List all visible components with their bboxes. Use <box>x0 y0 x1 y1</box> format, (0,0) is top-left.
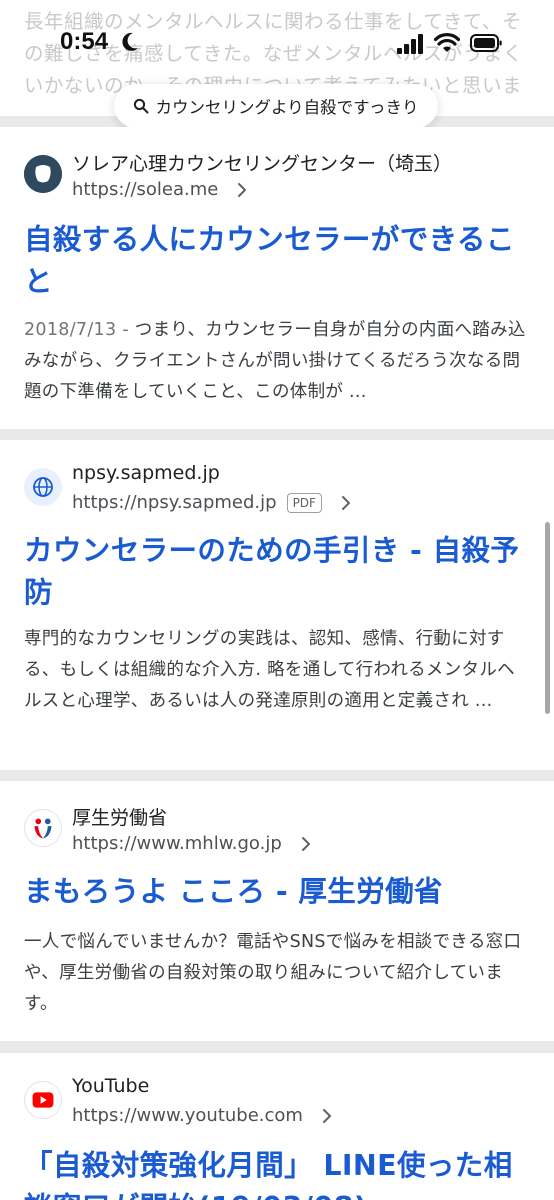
clock-time: 0:54 <box>60 28 109 55</box>
result-url-text: https://npsy.sapmed.jp <box>72 492 277 513</box>
result-url[interactable]: https://www.youtube.com <box>72 1105 333 1126</box>
search-result-card[interactable]: ソレア心理カウンセリングセンター（埼玉） https://solea.me 自殺… <box>0 127 554 429</box>
result-url-text: https://www.mhlw.go.jp <box>72 833 282 854</box>
result-site-name: 厚生労働省 <box>72 807 168 829</box>
chevron-right-icon <box>322 1108 331 1123</box>
chevron-right-icon <box>238 182 247 197</box>
search-result-card[interactable]: npsy.sapmed.jp https://npsy.sapmed.jp PD… <box>0 440 554 770</box>
moon-icon <box>122 32 138 51</box>
result-title-link[interactable]: まもろうよ こころ - 厚生労働省 <box>24 871 530 913</box>
search-icon <box>134 98 149 114</box>
search-result-card[interactable]: YouTube https://www.youtube.com 「自殺対策強化月… <box>0 1053 554 1200</box>
result-snippet: 専門的なカウンセリングの実践は、認知、感情、行動に対する、もしくは組織的な介入方… <box>24 629 515 711</box>
solea-site-icon <box>24 155 62 193</box>
date-separator: - <box>122 320 135 340</box>
result-date: 2018/7/13 <box>24 320 117 340</box>
search-results-page: 長年組織のメンタルヘルスに関わる仕事をしてきて、その難しさを痛感してきた。なぜメ… <box>0 0 554 1200</box>
search-result-card[interactable]: 厚生労働省 https://www.mhlw.go.jp まもろうよ こころ -… <box>0 781 554 1041</box>
result-url[interactable]: https://npsy.sapmed.jp PDF <box>72 492 352 513</box>
cellular-signal-icon <box>397 34 423 54</box>
result-snippet: 2018/7/13 - つまり、カウンセラー自身が自分の内面へ踏み込みながら、ク… <box>24 315 532 408</box>
result-url-text: https://www.youtube.com <box>72 1105 303 1126</box>
status-bar: 0:54 <box>0 22 554 66</box>
battery-icon <box>470 34 502 52</box>
chevron-right-icon <box>301 836 310 851</box>
result-url[interactable]: https://solea.me <box>72 179 248 200</box>
result-url[interactable]: https://www.mhlw.go.jp <box>72 833 312 854</box>
scrollbar-thumb[interactable] <box>545 522 550 714</box>
result-title-link[interactable]: カウンセラーのための手引き - 自殺予防 <box>24 530 530 614</box>
result-snippet: 一人で悩んでいませんか？電話やSNSで悩みを相談できる窓口や、厚生労働省の自殺対… <box>24 932 522 1014</box>
result-title-link[interactable]: 自殺する人にカウンセラーができること <box>24 219 530 303</box>
wifi-icon <box>434 33 460 52</box>
youtube-logo-icon <box>24 1081 62 1119</box>
chevron-right-icon <box>341 495 350 510</box>
result-site-name: ソレア心理カウンセリングセンター（埼玉） <box>72 153 453 175</box>
globe-icon <box>24 468 62 506</box>
suggested-search-pill[interactable]: カウンセリングより自殺ですっきり <box>114 84 438 128</box>
pdf-badge: PDF <box>286 492 322 513</box>
result-title-link[interactable]: 「自殺対策強化月間」 LINE使った相談窓口が開始(19/03/08) - Yo… <box>24 1145 530 1200</box>
result-site-name: YouTube <box>72 1075 150 1097</box>
result-site-name: npsy.sapmed.jp <box>72 462 220 484</box>
suggested-search-label: カウンセリングより自殺ですっきり <box>155 98 419 117</box>
mhlw-logo-icon <box>24 809 62 847</box>
result-url-text: https://solea.me <box>72 179 219 200</box>
